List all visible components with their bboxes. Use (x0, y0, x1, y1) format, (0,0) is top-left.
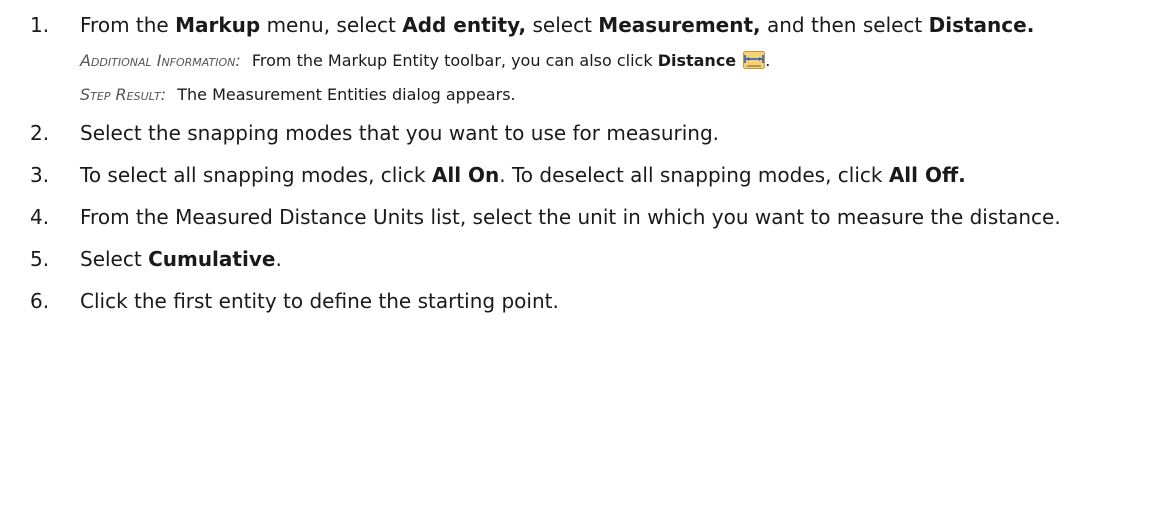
text-segment: . (275, 247, 282, 271)
step-text: Select the snapping modes that you want … (80, 121, 720, 145)
text-segment: From the (80, 13, 176, 37)
step-4: 4. From the Measured Distance Units list… (30, 202, 1155, 232)
distance-button-name: Distance (657, 51, 737, 70)
step-2: 2. Select the snapping modes that you wa… (30, 118, 1155, 148)
step-result: Step Result: The Measurement Entities di… (80, 84, 1155, 106)
distance-menu-name: Distance. (928, 13, 1035, 37)
step-text: From the Markup menu, select Add entity,… (80, 10, 1155, 40)
text-segment: To select all snapping modes, click (80, 163, 432, 187)
all-off-button-name: All Off. (888, 163, 966, 187)
step-number: 5. (30, 247, 50, 271)
text-segment: select (526, 13, 599, 37)
all-on-button-name: All On (431, 163, 500, 187)
step-3: 3. To select all snapping modes, click A… (30, 160, 1155, 190)
text-segment: Select (80, 247, 149, 271)
step-number: 6. (30, 289, 50, 313)
step-5: 5. Select Cumulative. (30, 244, 1155, 274)
step-number: 1. (30, 13, 50, 37)
additional-information-text: From the Markup Entity toolbar, you can … (251, 51, 658, 70)
step-6: 6. Click the first entity to define the … (30, 286, 1155, 316)
step-text: From the Measured Distance Units list, s… (80, 205, 1061, 229)
add-entity-menu-name: Add entity, (402, 13, 527, 37)
text-segment: . (765, 51, 771, 70)
step-number: 3. (30, 163, 50, 187)
step-number: 2. (30, 121, 50, 145)
measurement-menu-name: Measurement, (598, 13, 761, 37)
text-segment: . To deselect all snapping modes, click (499, 163, 889, 187)
step-result-label: Step Result: (80, 85, 167, 104)
distance-measure-icon (743, 51, 766, 69)
step-text: Select Cumulative. (80, 244, 1155, 274)
step-number: 4. (30, 205, 50, 229)
procedure-steps: 1. From the Markup menu, select Add enti… (30, 10, 1155, 328)
additional-information-label: Additional Information: (80, 51, 241, 70)
step-text: Click the first entity to define the sta… (80, 289, 559, 313)
additional-information: Additional Information: From the Markup … (80, 50, 1155, 72)
text-segment: and then select (760, 13, 929, 37)
step-text: To select all snapping modes, click All … (80, 160, 1155, 190)
cumulative-option-name: Cumulative (148, 247, 276, 271)
step-1: 1. From the Markup menu, select Add enti… (30, 10, 1155, 106)
text-segment: menu, select (260, 13, 403, 37)
step-result-text: The Measurement Entities dialog appears. (177, 85, 516, 104)
markup-menu-name: Markup (175, 13, 261, 37)
